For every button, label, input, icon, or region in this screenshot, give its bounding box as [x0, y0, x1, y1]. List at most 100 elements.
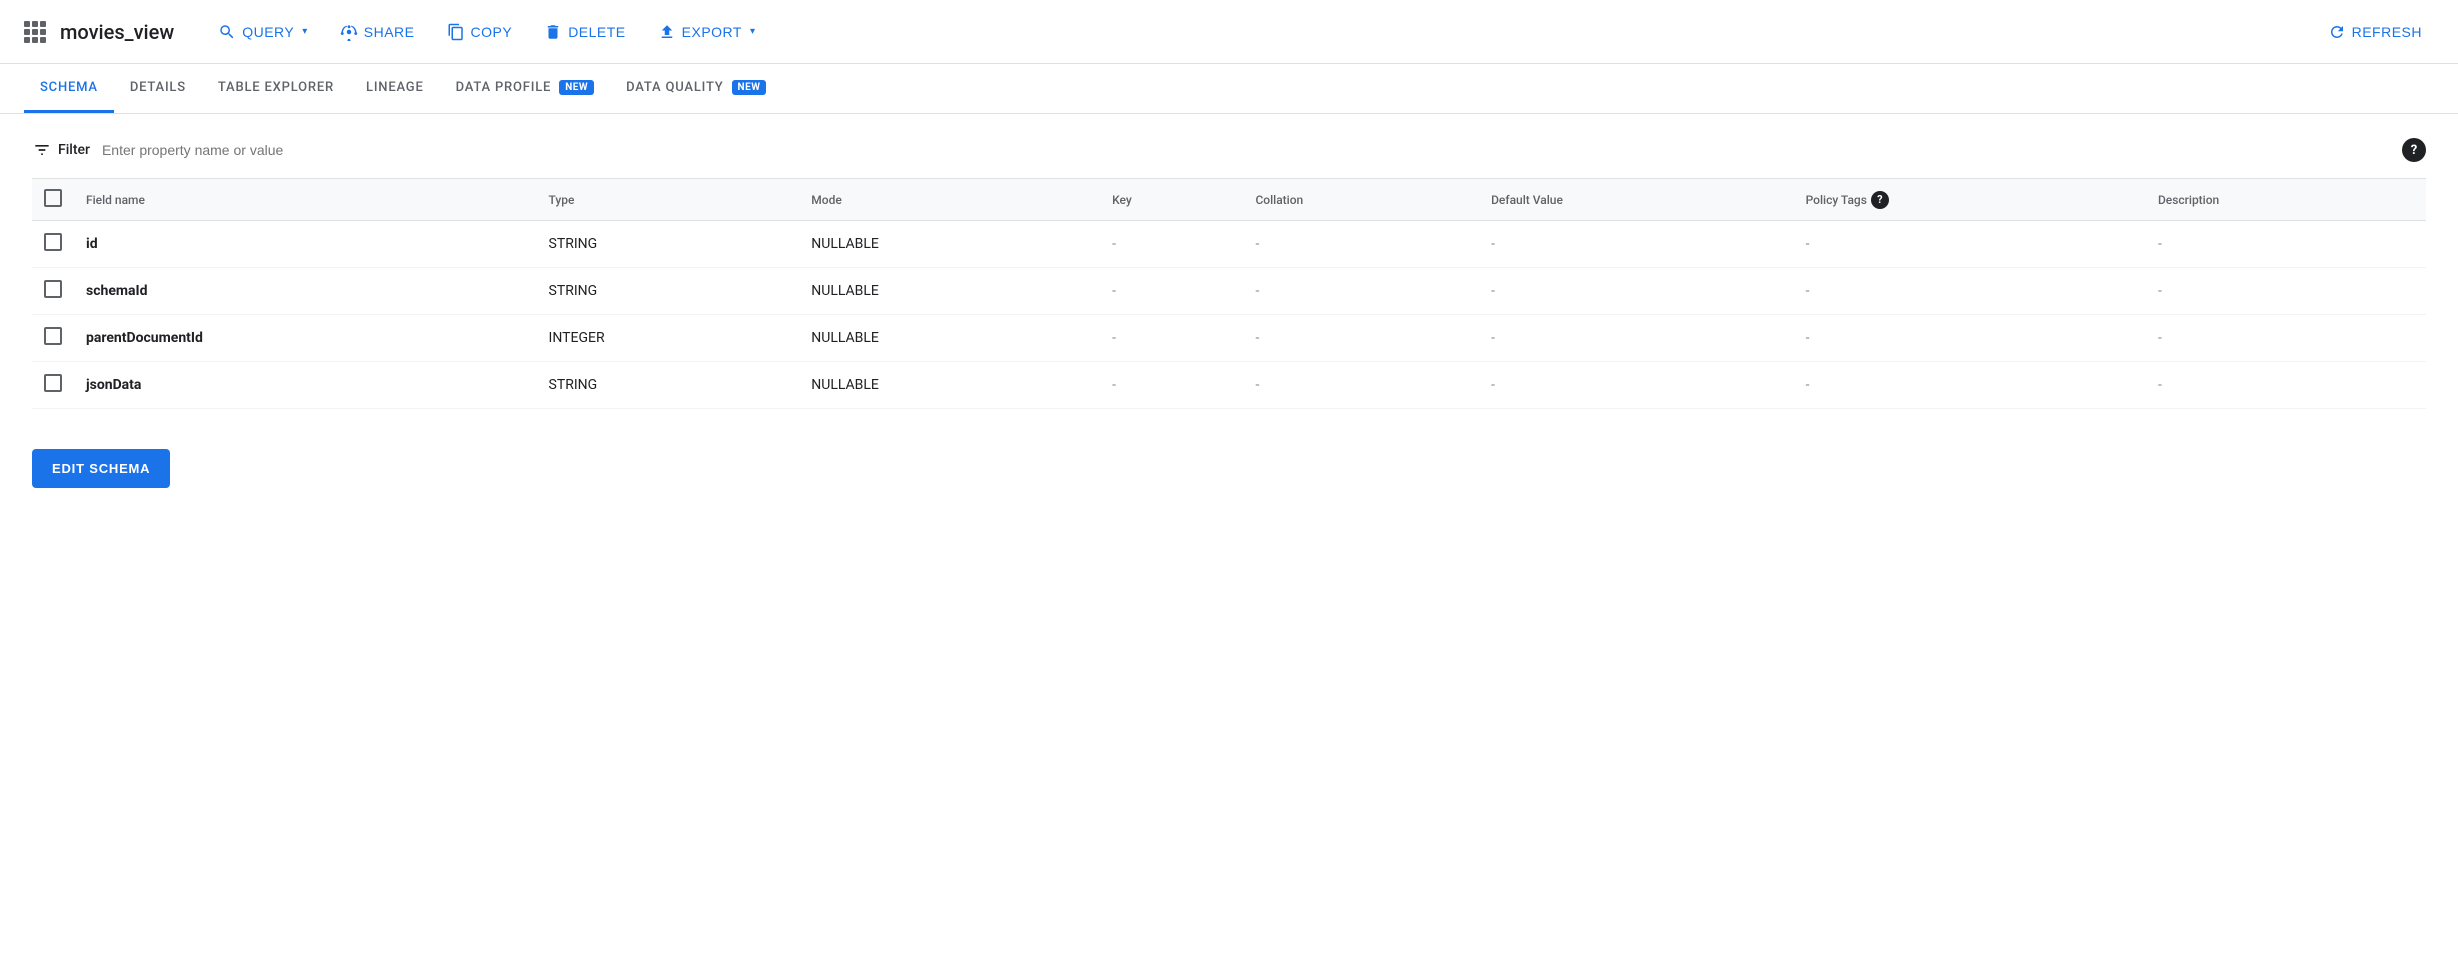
tabs-bar: SCHEMA DETAILS TABLE EXPLORER LINEAGE DA… — [0, 64, 2458, 114]
header-type: Type — [537, 179, 800, 221]
header-default-value: Default Value — [1479, 179, 1793, 221]
header-description: Description — [2146, 179, 2426, 221]
table-row: id STRING NULLABLE - - - - - — [32, 221, 2426, 268]
field-default-id: - — [1479, 221, 1793, 268]
field-collation-jsondata: - — [1243, 362, 1479, 409]
copy-icon — [447, 23, 465, 41]
header-key: Key — [1100, 179, 1243, 221]
refresh-button[interactable]: REFRESH — [2316, 15, 2434, 49]
tab-lineage[interactable]: LINEAGE — [350, 64, 440, 113]
filter-label-wrap: Filter — [32, 140, 90, 160]
header-policy-tags: Policy Tags ? — [1794, 179, 2146, 221]
row-checkbox[interactable] — [44, 327, 62, 345]
query-icon — [218, 23, 236, 41]
field-policy-schemaid: - — [1794, 268, 2146, 315]
tab-table-explorer-label: TABLE EXPLORER — [218, 80, 334, 95]
field-desc-jsondata: - — [2146, 362, 2426, 409]
copy-button[interactable]: COPY — [435, 15, 525, 49]
table-row: schemaId STRING NULLABLE - - - - - — [32, 268, 2426, 315]
schema-table: Field name Type Mode Key Collation Defau… — [32, 178, 2426, 409]
field-policy-jsondata: - — [1794, 362, 2146, 409]
data-profile-badge: NEW — [559, 80, 594, 95]
tab-schema[interactable]: SCHEMA — [24, 64, 114, 113]
header-collation: Collation — [1243, 179, 1479, 221]
export-label: EXPORT — [682, 24, 742, 40]
field-collation-parentdocid: - — [1243, 315, 1479, 362]
field-name-id: id — [74, 221, 537, 268]
field-mode-id: NULLABLE — [799, 221, 1100, 268]
field-policy-id: - — [1794, 221, 2146, 268]
table-header-row: Field name Type Mode Key Collation Defau… — [32, 179, 2426, 221]
export-icon — [658, 23, 676, 41]
grid-icon[interactable] — [24, 21, 46, 43]
share-button[interactable]: SHARE — [328, 15, 427, 49]
page-title: movies_view — [60, 20, 174, 44]
tab-lineage-label: LINEAGE — [366, 80, 424, 95]
field-default-schemaid: - — [1479, 268, 1793, 315]
field-name-jsondata: jsonData — [74, 362, 537, 409]
filter-bar: Filter ? — [32, 138, 2426, 162]
data-quality-badge: NEW — [732, 80, 767, 95]
field-collation-id: - — [1243, 221, 1479, 268]
field-key-jsondata: - — [1100, 362, 1243, 409]
tab-data-quality-label: DATA QUALITY — [626, 80, 723, 95]
refresh-label: REFRESH — [2352, 24, 2422, 40]
delete-label: DELETE — [568, 24, 625, 40]
field-policy-parentdocid: - — [1794, 315, 2146, 362]
toolbar: movies_view QUERY ▾ SHARE COPY DELETE EX… — [0, 0, 2458, 64]
field-desc-parentdocid: - — [2146, 315, 2426, 362]
tab-schema-label: SCHEMA — [40, 80, 98, 95]
table-row: jsonData STRING NULLABLE - - - - - — [32, 362, 2426, 409]
refresh-icon — [2328, 23, 2346, 41]
query-dropdown-arrow: ▾ — [302, 26, 308, 37]
field-type-id: STRING — [537, 221, 800, 268]
edit-schema-button[interactable]: EDIT SCHEMA — [32, 449, 170, 488]
export-dropdown-arrow: ▾ — [750, 26, 756, 37]
tab-details[interactable]: DETAILS — [114, 64, 202, 113]
query-label: QUERY — [242, 24, 294, 40]
export-button[interactable]: EXPORT ▾ — [646, 15, 768, 49]
row-checkbox[interactable] — [44, 374, 62, 392]
header-checkbox[interactable] — [44, 189, 62, 207]
filter-label: Filter — [58, 142, 90, 158]
content-area: Filter ? Field name Type Mode Key Collat… — [0, 114, 2458, 512]
tab-data-quality[interactable]: DATA QUALITY NEW — [610, 64, 782, 113]
field-mode-schemaid: NULLABLE — [799, 268, 1100, 315]
share-label: SHARE — [364, 24, 415, 40]
row-checkbox[interactable] — [44, 233, 62, 251]
field-key-id: - — [1100, 221, 1243, 268]
field-desc-schemaid: - — [2146, 268, 2426, 315]
tab-data-profile[interactable]: DATA PROFILE NEW — [440, 64, 611, 113]
tab-details-label: DETAILS — [130, 80, 186, 95]
field-mode-jsondata: NULLABLE — [799, 362, 1100, 409]
tab-table-explorer[interactable]: TABLE EXPLORER — [202, 64, 350, 113]
copy-label: COPY — [471, 24, 513, 40]
field-name-parentdocid: parentDocumentId — [74, 315, 537, 362]
row-checkbox-cell — [32, 362, 74, 409]
header-mode: Mode — [799, 179, 1100, 221]
filter-icon — [32, 140, 52, 160]
policy-tags-help-icon[interactable]: ? — [1871, 191, 1889, 209]
delete-icon — [544, 23, 562, 41]
field-key-schemaid: - — [1100, 268, 1243, 315]
table-row: parentDocumentId INTEGER NULLABLE - - - … — [32, 315, 2426, 362]
field-type-schemaid: STRING — [537, 268, 800, 315]
delete-button[interactable]: DELETE — [532, 15, 637, 49]
row-checkbox[interactable] — [44, 280, 62, 298]
field-type-jsondata: STRING — [537, 362, 800, 409]
field-mode-parentdocid: NULLABLE — [799, 315, 1100, 362]
header-field-name: Field name — [74, 179, 537, 221]
header-checkbox-cell — [32, 179, 74, 221]
field-key-parentdocid: - — [1100, 315, 1243, 362]
row-checkbox-cell — [32, 268, 74, 315]
filter-input[interactable] — [102, 142, 2390, 158]
field-default-parentdocid: - — [1479, 315, 1793, 362]
field-default-jsondata: - — [1479, 362, 1793, 409]
help-icon[interactable]: ? — [2402, 138, 2426, 162]
app-title-area: movies_view — [24, 20, 174, 44]
field-collation-schemaid: - — [1243, 268, 1479, 315]
share-icon — [340, 23, 358, 41]
field-type-parentdocid: INTEGER — [537, 315, 800, 362]
row-checkbox-cell — [32, 315, 74, 362]
query-button[interactable]: QUERY ▾ — [206, 15, 320, 49]
